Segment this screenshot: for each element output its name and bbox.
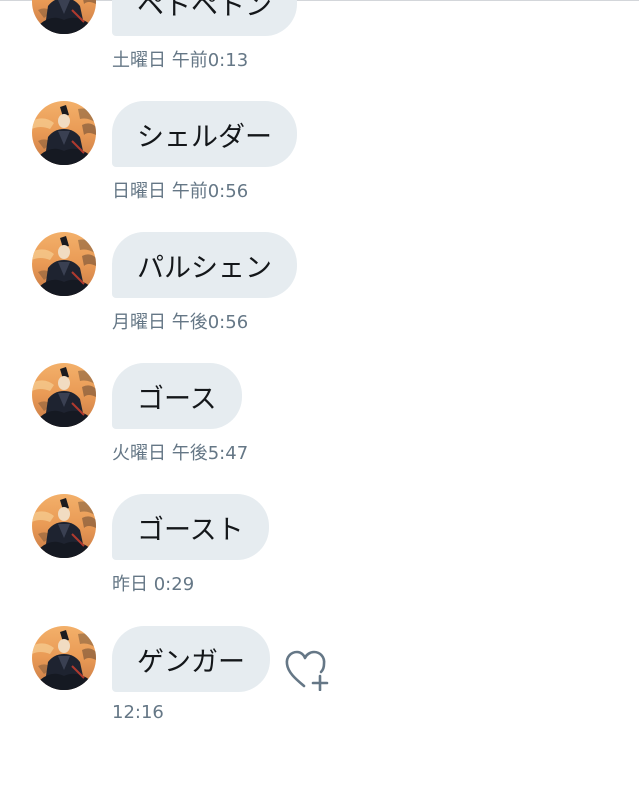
message-timestamp: 土曜日 午前0:13 [112, 50, 249, 71]
avatar[interactable] [32, 626, 96, 690]
avatar[interactable] [32, 363, 96, 427]
message-row: ゴース 火曜日 午後5:47 [0, 363, 639, 473]
dm-conversation: ペトペトン 土曜日 午前0:13 シェルダー 日曜日 午前0:56 パルシェン … [0, 0, 639, 809]
message-row: ゲンガー 12:16 [0, 626, 639, 736]
heart-plus-icon[interactable] [283, 647, 331, 692]
message-row: ペトペトン 土曜日 午前0:13 [0, 0, 639, 80]
message-bubble[interactable]: ゴース [112, 363, 242, 429]
avatar[interactable] [32, 494, 96, 558]
message-bubble[interactable]: パルシェン [112, 232, 297, 298]
message-bubble[interactable]: ゲンガー [112, 626, 270, 692]
message-timestamp: 火曜日 午後5:47 [112, 443, 249, 464]
message-bubble[interactable]: ゴースト [112, 494, 269, 560]
message-timestamp: 日曜日 午前0:56 [112, 181, 249, 202]
avatar[interactable] [32, 101, 96, 165]
avatar[interactable] [32, 232, 96, 296]
message-timestamp: 月曜日 午後0:56 [112, 312, 249, 333]
message-row: ゴースト 昨日 0:29 [0, 494, 639, 604]
message-row: シェルダー 日曜日 午前0:56 [0, 101, 639, 211]
avatar[interactable] [32, 0, 96, 34]
message-row: パルシェン 月曜日 午後0:56 [0, 232, 639, 342]
message-bubble[interactable]: ペトペトン [112, 0, 297, 36]
message-bubble[interactable]: シェルダー [112, 101, 297, 167]
message-timestamp: 12:16 [112, 702, 164, 723]
message-timestamp: 昨日 0:29 [112, 574, 195, 595]
